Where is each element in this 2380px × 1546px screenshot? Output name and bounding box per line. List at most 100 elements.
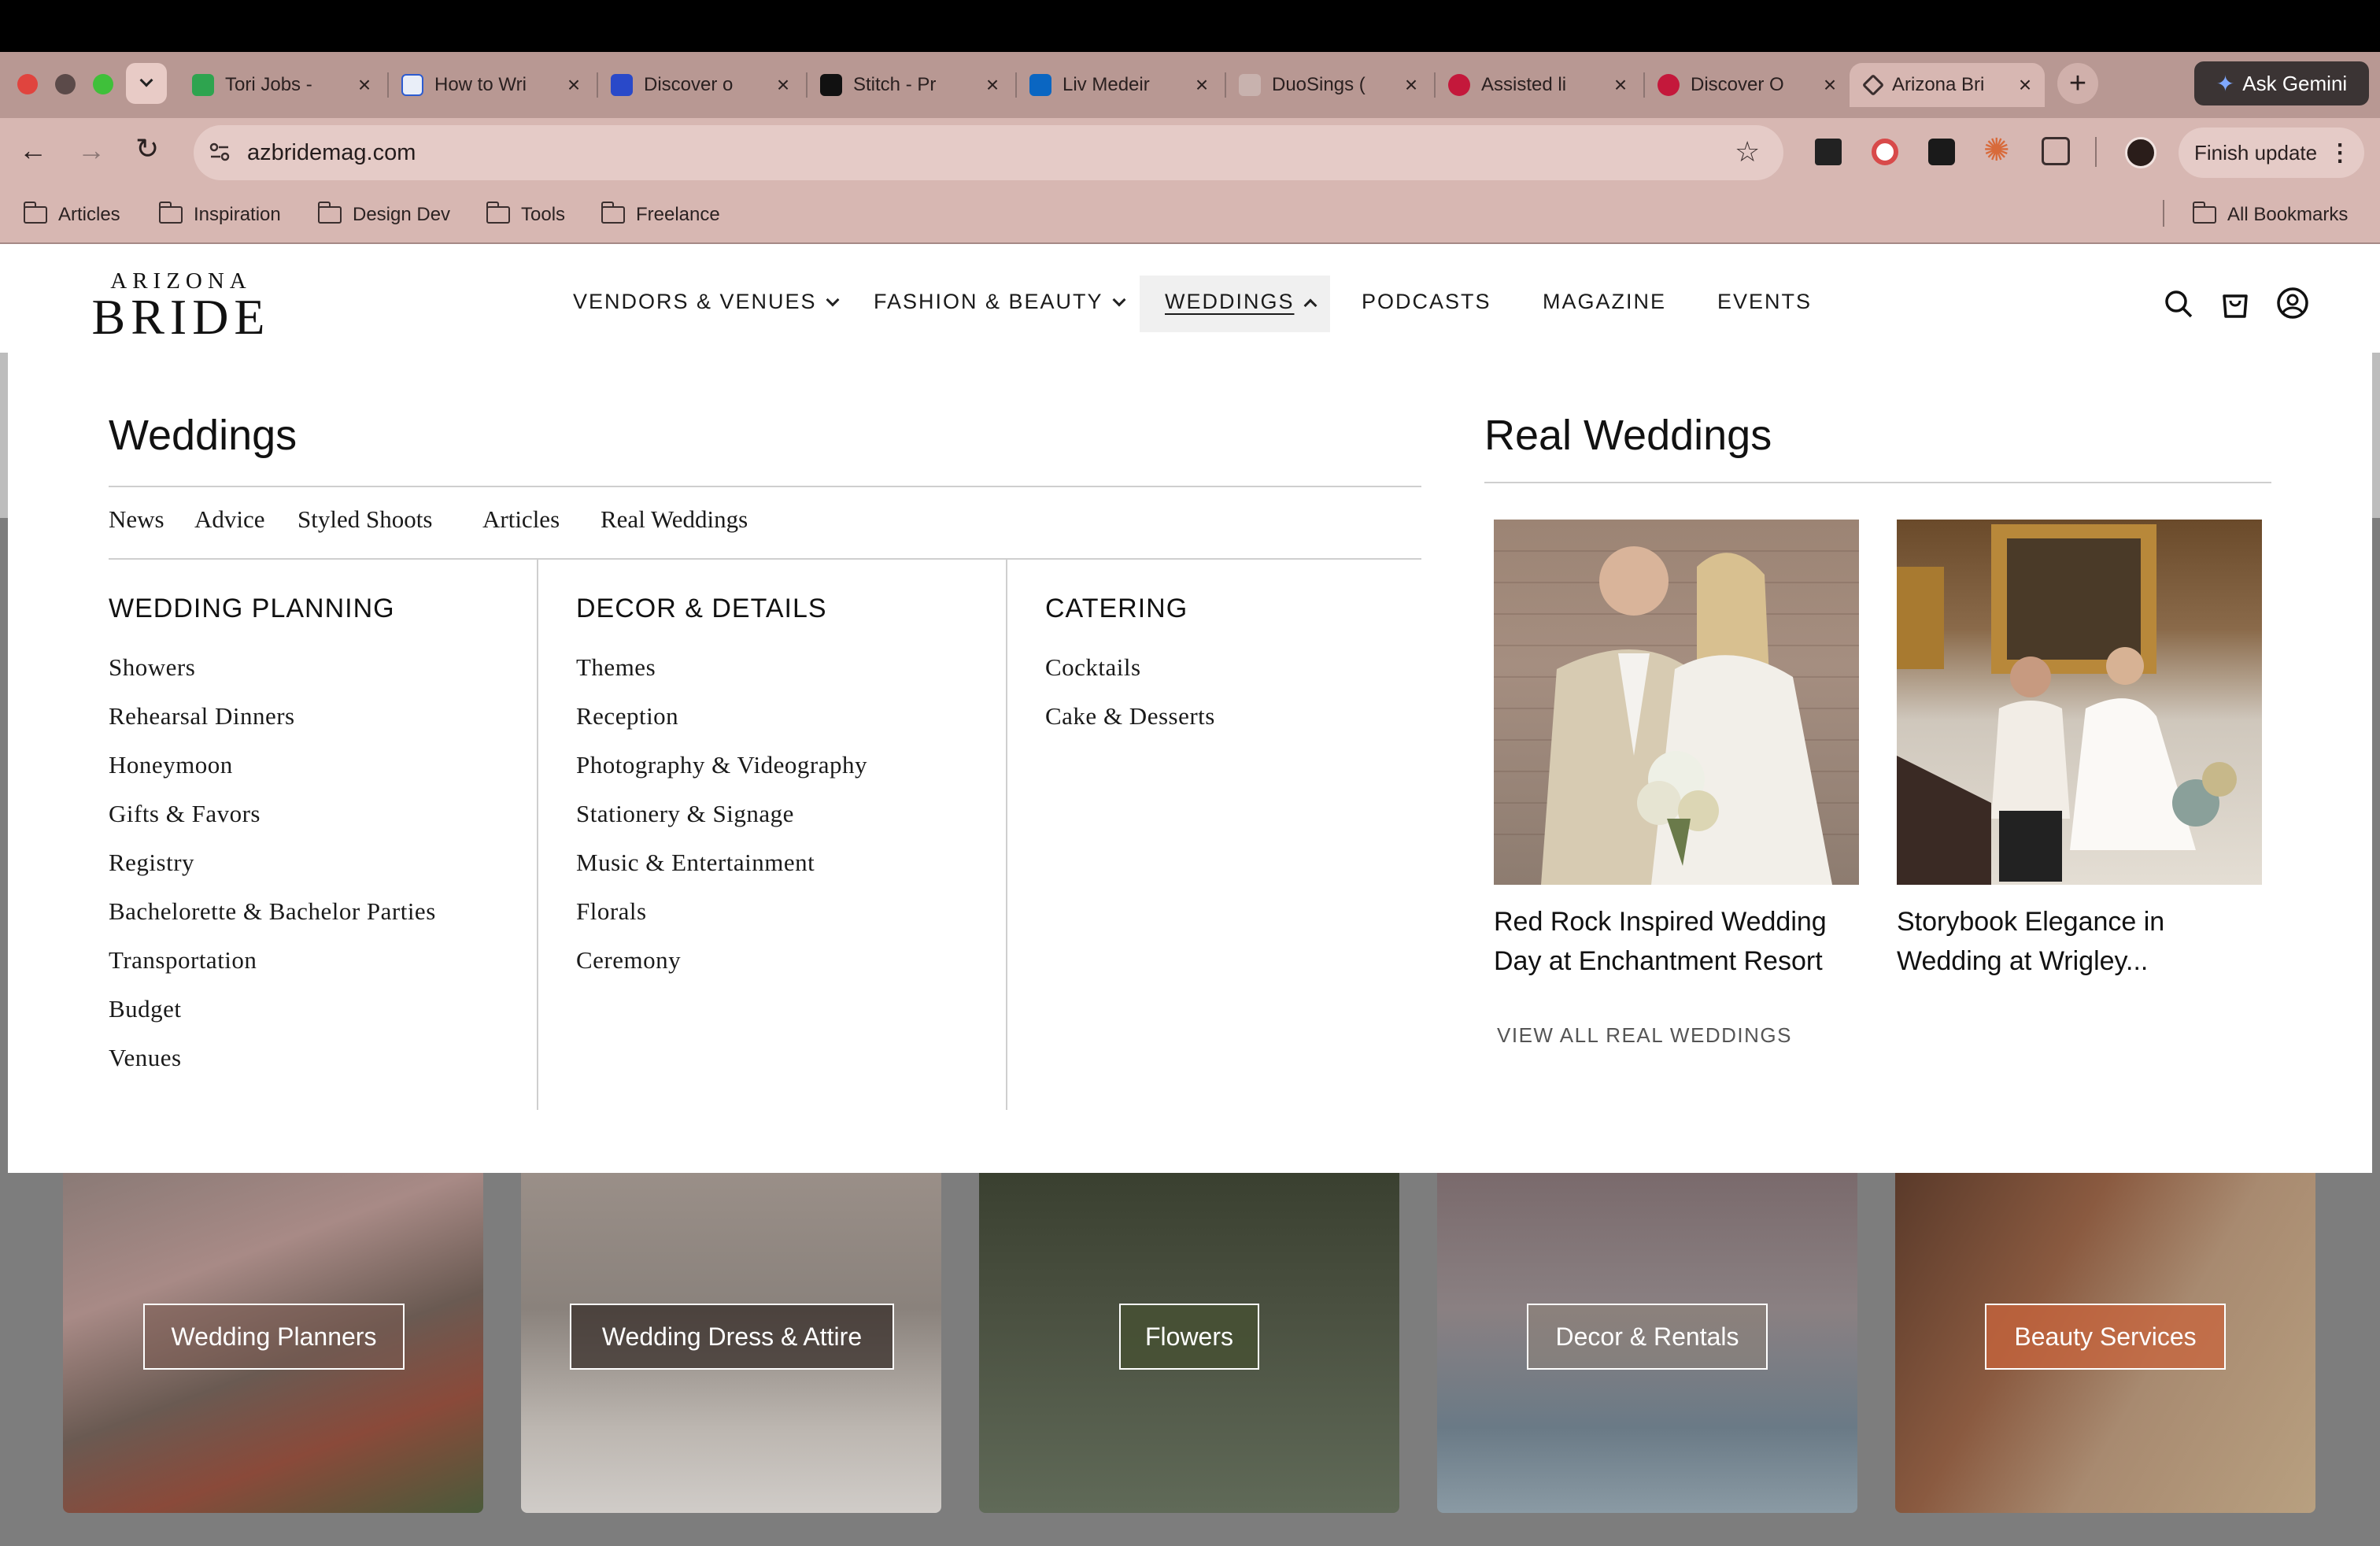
real-wedding-photo-1[interactable] (1494, 520, 1859, 885)
close-icon[interactable]: × (356, 74, 373, 96)
figma-icon[interactable] (1928, 139, 1955, 165)
extension-icon[interactable] (1815, 139, 1842, 165)
tab-7[interactable]: Discover O × (1646, 63, 1850, 107)
nav-label: VENDORS & VENUES (573, 290, 817, 313)
tab-divider (1434, 72, 1436, 98)
reload-icon[interactable]: ↻ (135, 132, 159, 165)
menu-link[interactable]: Photography & Videography (576, 751, 867, 779)
tab-1[interactable]: How to Wri × (390, 63, 593, 107)
close-icon[interactable]: × (2016, 74, 2034, 96)
ask-gemini-button[interactable]: ✦ Ask Gemini (2194, 61, 2369, 105)
bookmark-folder-tools[interactable]: Tools (486, 202, 566, 226)
close-icon[interactable]: × (1193, 74, 1210, 96)
claude-sparkle-icon[interactable]: ✺ (1983, 132, 2010, 168)
nav-magazine[interactable]: MAGAZINE (1543, 290, 1666, 314)
column-heading-catering[interactable]: CATERING (1045, 594, 1188, 624)
bookmark-label: All Bookmarks (2227, 204, 2349, 225)
quick-link-styled-shoots[interactable]: Styled Shoots (298, 505, 432, 534)
tab-5[interactable]: DuoSings ( × (1228, 63, 1431, 107)
all-bookmarks-button[interactable]: All Bookmarks (2192, 202, 2349, 226)
menu-link[interactable]: Venues (109, 1044, 182, 1072)
nav-podcasts[interactable]: PODCASTS (1362, 290, 1491, 314)
site-info-icon[interactable] (206, 139, 233, 165)
title-line: Red Rock Inspired Wedding (1494, 907, 1827, 937)
menu-link[interactable]: Florals (576, 897, 647, 926)
menu-link[interactable]: Registry (109, 849, 194, 877)
category-card-decor-rentals[interactable]: Decor & Rentals (1437, 1173, 1857, 1513)
nav-events[interactable]: EVENTS (1717, 290, 1812, 314)
profile-avatar[interactable] (2125, 137, 2156, 168)
tab-0[interactable]: Tori Jobs - × (181, 63, 384, 107)
menu-link[interactable]: Honeymoon (109, 751, 233, 779)
real-wedding-title-2[interactable]: Storybook Elegance in Wedding at Wrigley… (1897, 902, 2164, 981)
forward-arrow-icon[interactable]: → (77, 134, 105, 167)
quick-link-news[interactable]: News (109, 505, 164, 534)
cart-icon[interactable] (2219, 287, 2251, 320)
real-wedding-title-1[interactable]: Red Rock Inspired Wedding Day at Enchant… (1494, 902, 1827, 981)
menu-link[interactable]: Budget (109, 995, 182, 1023)
nav-label: WEDDINGS (1165, 290, 1295, 313)
menu-link[interactable]: Transportation (109, 946, 257, 975)
tab-6[interactable]: Assisted li × (1437, 63, 1640, 107)
close-icon[interactable]: × (1402, 74, 1420, 96)
view-all-real-weddings-link[interactable]: VIEW ALL REAL WEDDINGS (1497, 1023, 1792, 1048)
category-card-wedding-planners[interactable]: Wedding Planners (63, 1173, 483, 1513)
menu-link[interactable]: Ceremony (576, 946, 681, 975)
close-icon[interactable]: × (774, 74, 792, 96)
nav-vendors-venues[interactable]: VENDORS & VENUES (573, 290, 840, 314)
quick-link-real-weddings[interactable]: Real Weddings (601, 505, 748, 534)
category-card-flowers[interactable]: Flowers (979, 1173, 1399, 1513)
menu-link[interactable]: Showers (109, 653, 195, 682)
category-card-wedding-dress[interactable]: Wedding Dress & Attire (521, 1173, 941, 1513)
back-arrow-icon[interactable]: ← (19, 134, 47, 167)
menu-link[interactable]: Bachelorette & Bachelor Parties (109, 897, 436, 926)
column-heading-decor-details[interactable]: DECOR & DETAILS (576, 594, 827, 624)
logo-bottom-text: BRIDE (91, 289, 271, 345)
menu-link[interactable]: Cocktails (1045, 653, 1141, 682)
menu-link[interactable]: Reception (576, 702, 678, 730)
plus-icon: + (2068, 66, 2087, 100)
tab-3[interactable]: Stitch - Pr × (809, 63, 1012, 107)
maximize-window-button[interactable] (93, 74, 113, 94)
real-wedding-photo-2[interactable] (1897, 520, 2262, 885)
bookmark-star-icon[interactable]: ☆ (1735, 135, 1760, 168)
account-icon[interactable] (2276, 287, 2309, 320)
menu-link[interactable]: Gifts & Favors (109, 800, 261, 828)
tab-8-active[interactable]: Arizona Bri × (1850, 63, 2045, 107)
close-icon[interactable]: × (984, 74, 1001, 96)
category-card-beauty-services[interactable]: Beauty Services (1895, 1173, 2315, 1513)
finish-update-button[interactable]: Finish update ⋮ (2179, 128, 2364, 178)
menu-link[interactable]: Stationery & Signage (576, 800, 794, 828)
close-icon[interactable]: × (565, 74, 582, 96)
bookmark-folder-inspiration[interactable]: Inspiration (158, 202, 281, 226)
address-bar[interactable] (194, 125, 1783, 180)
tab-search-button[interactable] (126, 63, 167, 104)
tab-2[interactable]: Discover o × (600, 63, 803, 107)
tab-4[interactable]: Liv Medeir × (1018, 63, 1221, 107)
menu-link[interactable]: Themes (576, 653, 656, 682)
bookmark-folder-design-dev[interactable]: Design Dev (317, 202, 450, 226)
column-heading-wedding-planning[interactable]: WEDDING PLANNING (109, 594, 395, 624)
minimize-window-button[interactable] (55, 74, 76, 94)
search-icon[interactable] (2163, 288, 2194, 320)
extensions-puzzle-icon[interactable] (2042, 137, 2070, 165)
close-window-button[interactable] (17, 74, 38, 94)
quick-link-advice[interactable]: Advice (194, 505, 265, 534)
bookmark-folder-freelance[interactable]: Freelance (601, 202, 720, 226)
close-icon[interactable]: × (1612, 74, 1629, 96)
divider (1484, 482, 2271, 483)
extension-icon[interactable] (1872, 139, 1898, 165)
bookmark-label: Tools (521, 204, 566, 225)
nav-weddings[interactable]: WEDDINGS (1165, 290, 1317, 314)
menu-link[interactable]: Music & Entertainment (576, 849, 815, 877)
quick-link-articles[interactable]: Articles (482, 505, 560, 534)
new-tab-button[interactable]: + (2057, 63, 2098, 104)
menu-link[interactable]: Cake & Desserts (1045, 702, 1215, 730)
close-icon[interactable]: × (1821, 74, 1839, 96)
bookmark-folder-articles[interactable]: Articles (23, 202, 120, 226)
nav-fashion-beauty[interactable]: FASHION & BEAUTY (874, 290, 1126, 314)
tab-title: Stitch - Pr (853, 74, 937, 95)
menu-link[interactable]: Rehearsal Dinners (109, 702, 295, 730)
divider (109, 558, 1421, 560)
site-logo[interactable]: ARIZONA BRIDE (88, 269, 274, 342)
